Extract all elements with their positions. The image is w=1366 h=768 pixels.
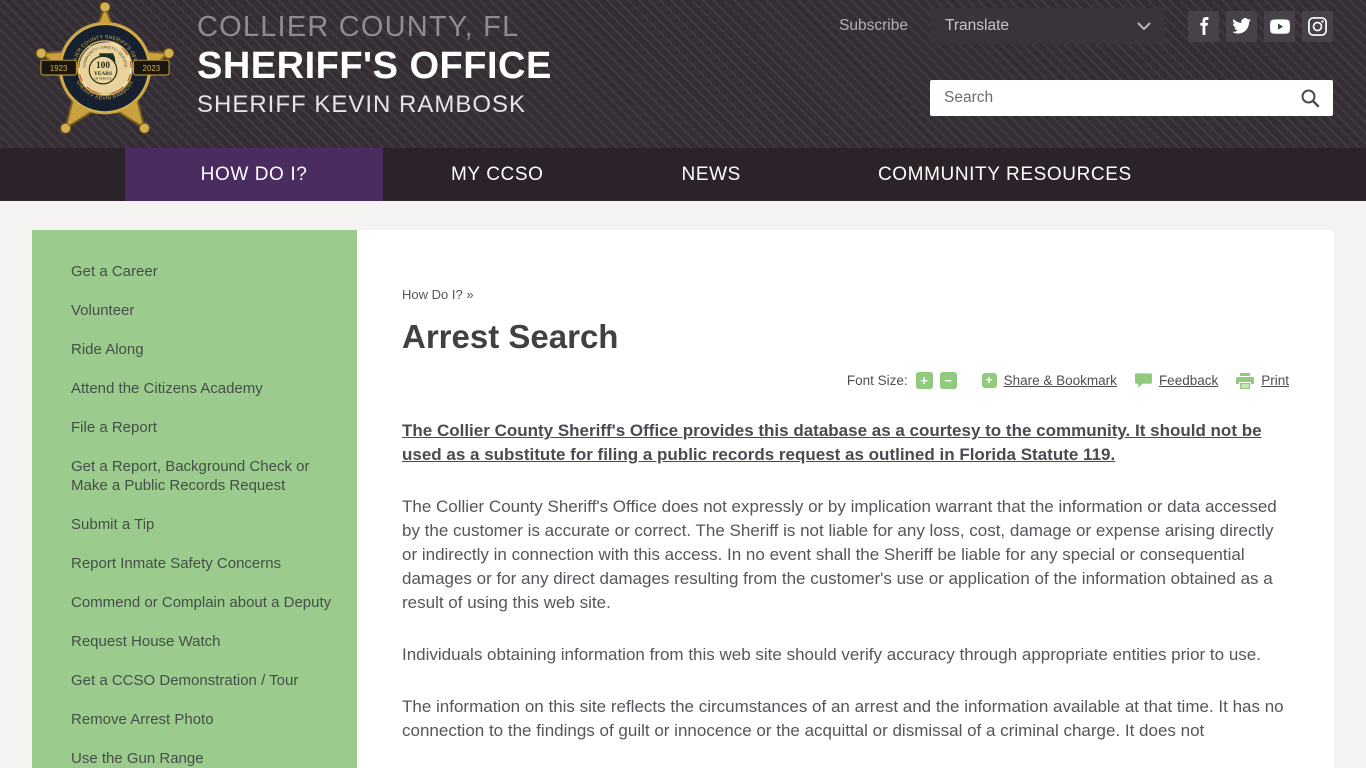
- sidebar-item-submit-a-tip[interactable]: Submit a Tip: [71, 516, 154, 533]
- page-title: Arrest Search: [402, 318, 619, 355]
- primary-nav: HOW DO I? MY CCSO NEWS COMMUNITY RESOURC…: [0, 148, 1366, 201]
- twitter-icon: [1232, 17, 1251, 34]
- circumstances-paragraph: The information on this site reflects th…: [402, 697, 1284, 740]
- print-group: Print: [1236, 372, 1289, 389]
- verify-paragraph: Individuals obtaining information from t…: [402, 645, 1261, 664]
- sidebar-list: Get a Career Volunteer Ride Along Attend…: [71, 252, 345, 768]
- print-icon: [1236, 372, 1255, 389]
- print-link[interactable]: Print: [1261, 373, 1289, 388]
- nav-item-news[interactable]: NEWS: [682, 148, 741, 201]
- sidebar-item-inmate-safety-concerns[interactable]: Report Inmate Safety Concerns: [71, 555, 281, 572]
- sidebar-item-citizens-academy[interactable]: Attend the Citizens Academy: [71, 380, 263, 397]
- instagram-link[interactable]: [1302, 10, 1333, 42]
- share-group: Share & Bookmark: [981, 373, 1117, 388]
- content-area: Get a Career Volunteer Ride Along Attend…: [32, 230, 1334, 768]
- sidebar-item: Commend or Complain about a Deputy: [71, 583, 345, 622]
- share-bookmark-link[interactable]: Share & Bookmark: [1004, 373, 1117, 388]
- sidebar-item-get-a-career[interactable]: Get a Career: [71, 263, 158, 280]
- nav-item-how-do-i[interactable]: HOW DO I?: [125, 148, 383, 201]
- translate-selected-value: Translate: [945, 17, 1010, 34]
- warranty-paragraph: The Collier County Sheriff's Office does…: [402, 497, 1277, 612]
- facebook-link[interactable]: [1188, 10, 1219, 42]
- breadcrumb: How Do I? »: [402, 287, 1289, 302]
- sidebar-item-file-a-report[interactable]: File a Report: [71, 419, 157, 436]
- facebook-icon: [1199, 17, 1208, 35]
- sidebar-item: File a Report: [71, 408, 345, 447]
- breadcrumb-separator: »: [466, 287, 474, 302]
- site-title-block: COLLIER COUNTY, FL SHERIFF'S OFFICE SHER…: [197, 10, 552, 120]
- sidebar-item-request-house-watch[interactable]: Request House Watch: [71, 633, 221, 650]
- translate-select[interactable]: Translate: [930, 8, 1165, 44]
- twitter-link[interactable]: [1226, 10, 1257, 42]
- disclaimer-paragraph: The Collier County Sheriff's Office prov…: [402, 421, 1262, 464]
- sheriff-name-title: SHERIFF KEVIN RAMBOSK: [197, 91, 527, 118]
- font-size-label: Font Size:: [846, 373, 908, 388]
- badge-100: 100: [96, 61, 110, 71]
- page-toolbar: Font Size: + − Share & Bookmark Feedback: [402, 372, 1289, 389]
- youtube-icon: [1269, 18, 1290, 34]
- sidebar-item: Volunteer: [71, 291, 345, 330]
- sidebar-item: Get a Career: [71, 252, 345, 291]
- sidebar-item-ride-along[interactable]: Ride Along: [71, 341, 144, 358]
- badge-star-icon: COLLIER COUNTY SHERIFF'S OFFICE SHERIFF …: [34, 0, 175, 134]
- breadcrumb-how-do-i-link[interactable]: How Do I?: [402, 287, 463, 302]
- font-size-decrease-button[interactable]: −: [939, 372, 957, 389]
- sidebar: Get a Career Volunteer Ride Along Attend…: [32, 230, 357, 768]
- feedback-link[interactable]: Feedback: [1159, 373, 1218, 388]
- youtube-link[interactable]: [1264, 10, 1295, 42]
- search-button[interactable]: [1287, 80, 1333, 116]
- sidebar-item-remove-arrest-photo[interactable]: Remove Arrest Photo: [71, 711, 214, 728]
- sidebar-item: Ride Along: [71, 330, 345, 369]
- nav-item-my-ccso[interactable]: MY CCSO: [451, 148, 544, 201]
- office-title: SHERIFF'S OFFICE: [197, 45, 552, 87]
- county-title: COLLIER COUNTY, FL: [197, 11, 520, 43]
- main-panel: How Do I? » Arrest Search Font Size: + −…: [357, 230, 1334, 768]
- sidebar-item: Get a CCSO Demonstration / Tour: [71, 661, 345, 700]
- badge-of-service: OF SERVICE: [94, 76, 112, 80]
- search-icon: [1301, 89, 1320, 108]
- header-search: [930, 80, 1333, 116]
- badge-year-right: 2023: [143, 64, 161, 73]
- sidebar-item: Submit a Tip: [71, 505, 345, 544]
- sidebar-item-volunteer[interactable]: Volunteer: [71, 302, 134, 319]
- badge-year-left: 1923: [50, 64, 68, 73]
- share-plus-icon: [981, 373, 997, 388]
- instagram-icon: [1308, 16, 1327, 36]
- nav-item-community-resources[interactable]: COMMUNITY RESOURCES: [878, 148, 1132, 201]
- sidebar-item-ccso-demonstration-tour[interactable]: Get a CCSO Demonstration / Tour: [71, 672, 298, 689]
- subscribe-link[interactable]: Subscribe: [839, 17, 908, 35]
- feedback-group: Feedback: [1134, 373, 1218, 388]
- search-input[interactable]: [930, 80, 1287, 116]
- sheriff-badge-logo[interactable]: COLLIER COUNTY SHERIFF'S OFFICE SHERIFF …: [34, 0, 175, 144]
- chevron-down-icon: [1137, 22, 1151, 30]
- article-body: The Collier County Sheriff's Office prov…: [402, 419, 1289, 743]
- feedback-bubble-icon: [1134, 373, 1152, 388]
- sidebar-item: Use the Gun Range: [71, 739, 345, 768]
- sidebar-item-commend-complain-deputy[interactable]: Commend or Complain about a Deputy: [71, 594, 331, 611]
- sidebar-item: Remove Arrest Photo: [71, 700, 345, 739]
- social-links: [1188, 10, 1333, 42]
- sidebar-item: Get a Report, Background Check or Make a…: [71, 447, 345, 505]
- font-size-increase-button[interactable]: +: [915, 372, 933, 389]
- site-header: COLLIER COUNTY SHERIFF'S OFFICE SHERIFF …: [0, 0, 1366, 148]
- header-utility-row: Subscribe Translate: [839, 8, 1333, 44]
- sidebar-item-get-a-report-records-request[interactable]: Get a Report, Background Check or Make a…: [71, 458, 309, 494]
- sidebar-item: Request House Watch: [71, 622, 345, 661]
- sidebar-item: Report Inmate Safety Concerns: [71, 544, 345, 583]
- sidebar-item: Attend the Citizens Academy: [71, 369, 345, 408]
- sidebar-item-use-the-gun-range[interactable]: Use the Gun Range: [71, 750, 204, 767]
